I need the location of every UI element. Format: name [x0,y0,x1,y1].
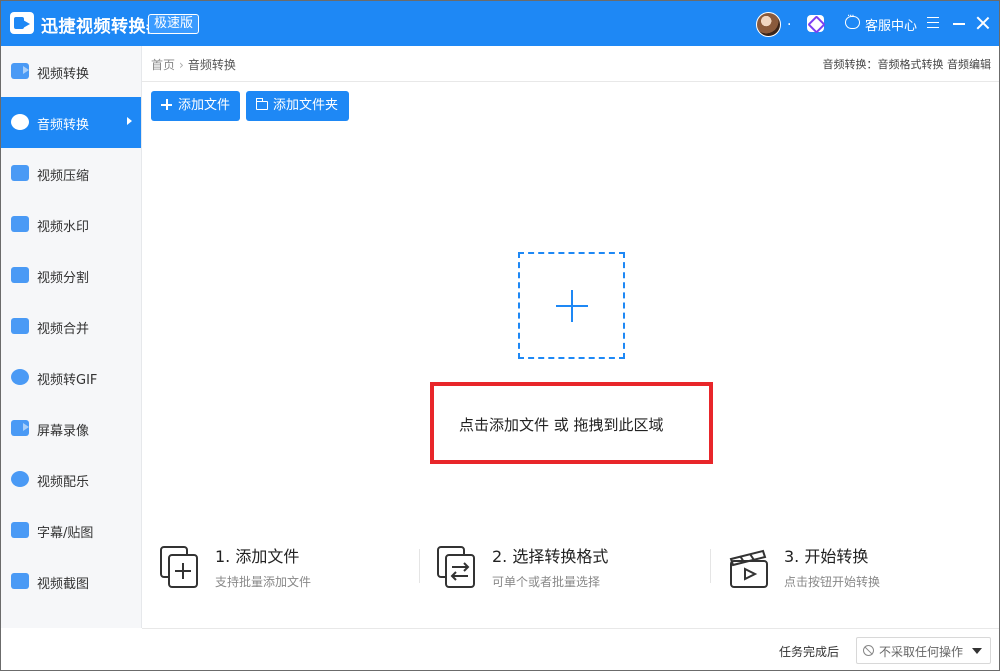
chevron-down-icon [972,648,982,654]
video-compress-icon [11,165,29,181]
add-file-label: 添加文件 [178,98,231,113]
sidebar-item-video-split[interactable]: 视频分割 [1,250,141,301]
sidebar-item-video-gif[interactable]: 视频转GIF [1,352,141,403]
after-task-value: 不采取任何操作 [879,645,964,659]
sidebar-item-video-compress[interactable]: 视频压缩 [1,148,141,199]
video-convert-icon [11,63,29,79]
chat-bubble-icon[interactable] [845,11,860,29]
sidebar-item-label: 视频截图 [37,577,90,592]
sidebar-item-label: 视频转GIF [37,373,98,388]
add-file-icon [160,546,198,588]
step-divider [710,549,711,583]
avatar[interactable] [756,12,781,37]
title-bar: 迅捷视频转换器 极速版 . 客服中心 [1,1,999,46]
add-file-button[interactable]: 添加文件 [151,91,240,121]
audio-convert-icon [11,114,29,130]
breadcrumb-separator: › [179,58,184,72]
step-divider [419,549,420,583]
sidebar-item-screen-record[interactable]: 屏幕录像 [1,403,141,454]
menu-icon[interactable] [927,17,939,28]
sidebar-item-audio-convert[interactable]: 音频转换 [1,97,141,148]
sidebar-item-video-merge[interactable]: 视频合并 [1,301,141,352]
select-format-icon [437,546,475,588]
sidebar-item-label: 屏幕录像 [37,424,90,439]
sidebar-item-label: 视频压缩 [37,169,90,184]
video-split-icon [11,267,29,283]
vip-icon[interactable] [807,15,824,32]
ban-icon [863,645,874,656]
video-music-icon [11,471,29,487]
sidebar-item-video-convert[interactable]: 视频转换 [1,46,141,97]
step-desc: 可单个或者批量选择 [492,575,601,589]
step-title: 3. 开始转换 [784,547,869,566]
drop-zone[interactable] [518,252,625,359]
chevron-right-icon [127,117,132,125]
edition-badge: 极速版 [148,14,200,34]
sidebar-item-label: 音频转换 [37,118,90,133]
sidebar-item-label: 视频分割 [37,271,90,286]
video-watermark-icon [11,216,29,232]
sidebar-item-screenshot[interactable]: 视频截图 [1,556,141,607]
sidebar-item-video-music[interactable]: 视频配乐 [1,454,141,505]
step-desc: 支持批量添加文件 [215,575,312,589]
video-merge-icon [11,318,29,334]
sidebar-item-subtitle[interactable]: 字幕/贴图 [1,505,141,556]
feature-links[interactable]: 音频转换：音频格式转换 音频编辑 [823,56,992,72]
minimize-icon[interactable] [953,23,965,25]
add-folder-button[interactable]: 添加文件夹 [246,91,349,121]
subtitle-icon [11,522,29,538]
sidebar-item-label: 视频配乐 [37,475,90,490]
close-icon[interactable] [975,15,991,31]
video-gif-icon [11,369,29,385]
plus-icon [556,290,588,322]
app-window: 迅捷视频转换器 极速版 . 客服中心 视频转换 音频转换 视频压缩 视频水印 [0,0,1000,671]
step-title: 1. 添加文件 [215,547,300,566]
sidebar-item-video-watermark[interactable]: 视频水印 [1,199,141,250]
divider [142,81,999,82]
sidebar-item-label: 字幕/贴图 [37,526,94,541]
plus-icon [161,99,172,110]
after-task-select[interactable]: 不采取任何操作 [856,637,991,664]
step-title: 2. 选择转换格式 [492,547,609,566]
sidebar-item-label: 视频合并 [37,322,90,337]
app-logo-icon [10,12,34,34]
app-title: 迅捷视频转换器 [41,17,164,37]
add-folder-label: 添加文件夹 [273,98,339,113]
step-desc: 点击按钮开始转换 [784,575,881,589]
drop-hint-text[interactable]: 点击添加文件 或 拖拽到此区域 [459,414,664,435]
sidebar-item-label: 视频水印 [37,220,90,235]
after-task-label: 任务完成后 [779,645,840,659]
breadcrumb-home[interactable]: 首页 [151,58,175,72]
start-convert-icon [729,549,768,588]
screen-record-icon [11,420,29,436]
folder-icon [255,98,268,110]
breadcrumb-current: 音频转换 [187,58,236,72]
sidebar-item-label: 视频转换 [37,67,90,82]
customer-service-link[interactable]: 客服中心 [865,15,917,34]
user-name: . [787,13,792,29]
screenshot-icon [11,573,29,589]
sidebar: 视频转换 音频转换 视频压缩 视频水印 视频分割 视频合并 视频转GIF 屏幕录… [1,46,142,628]
breadcrumb: 首页 › 音频转换 [151,56,236,73]
